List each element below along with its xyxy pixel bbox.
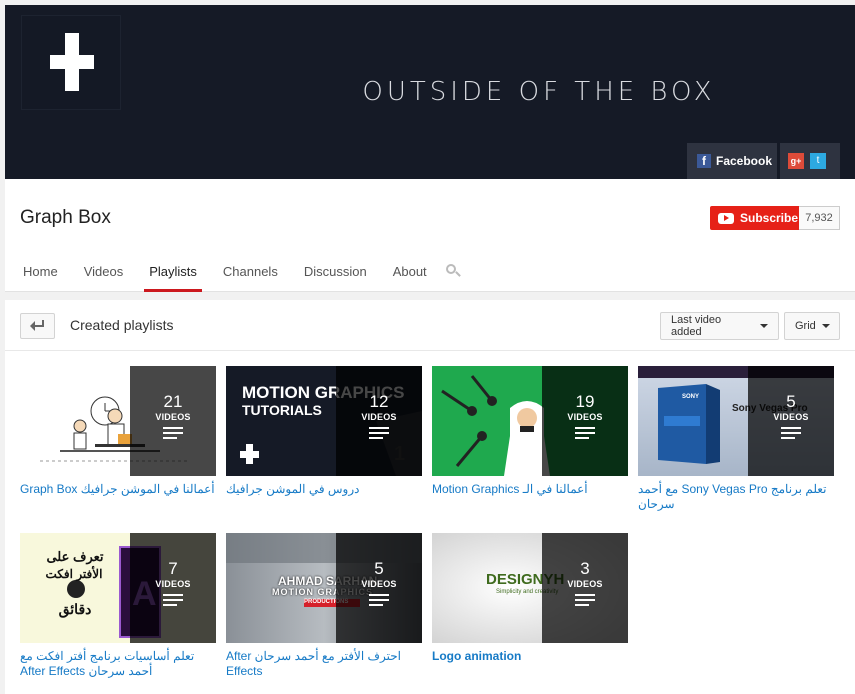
videos-label: VIDEOS — [155, 579, 191, 589]
playlist-icon — [781, 427, 801, 439]
playlist-item[interactable]: A تعرف على الأفتر افكت دقائق 7 VIDEOS تع… — [20, 533, 216, 679]
back-arrow-icon — [30, 320, 44, 331]
facebook-link[interactable]: f Facebook — [687, 143, 777, 179]
thumb-line-1: تعرف على — [46, 549, 104, 564]
channel-tabs: Home Videos Playlists Channels Discussio… — [10, 260, 462, 292]
playlist-icon — [575, 427, 595, 439]
video-count-overlay: 21 VIDEOS — [130, 366, 216, 476]
section-toolbar: Created playlists Last video added Grid — [5, 300, 855, 351]
social-links: g+ t — [780, 143, 840, 179]
videos-label: VIDEOS — [361, 579, 397, 589]
search-icon[interactable] — [445, 260, 462, 284]
playlist-item[interactable]: AHMAD SARHAN MOTION GRAPHICS PRODUCTIONS… — [226, 533, 422, 679]
video-count-overlay: 5 VIDEOS — [336, 533, 422, 643]
playlist-thumbnail[interactable]: AHMAD SARHAN MOTION GRAPHICS PRODUCTIONS… — [226, 533, 422, 643]
playlist-title[interactable]: تعلم برنامج Sony Vegas Pro مع أحمد سرحان — [638, 482, 834, 512]
video-count: 12 — [369, 392, 389, 411]
view-dropdown[interactable]: Grid — [784, 312, 840, 340]
chevron-down-icon — [760, 324, 768, 328]
tab-discussion[interactable]: Discussion — [291, 260, 380, 292]
video-count-overlay: 12 VIDEOS — [336, 366, 422, 476]
playlist-thumbnail[interactable]: 21 VIDEOS — [20, 366, 216, 476]
thumb-line-3: دقائق — [58, 601, 92, 617]
sort-label: Last video added — [671, 314, 722, 338]
video-count-overlay: 7 VIDEOS — [130, 533, 216, 643]
video-count: 19 — [575, 392, 595, 411]
thumb-subheading: TUTORIALS — [242, 402, 322, 418]
video-count: 21 — [163, 392, 183, 411]
playlist-item[interactable]: DESIGNYH Simplicity and creativity 3 VID… — [432, 533, 628, 664]
video-count-overlay: 3 VIDEOS — [542, 533, 628, 643]
videos-label: VIDEOS — [155, 412, 191, 422]
playlist-title[interactable]: دروس في الموشن جرافيك — [226, 482, 422, 497]
thumb-number: 1 — [394, 443, 406, 465]
playlist-item[interactable]: MOTION GRAPHICS TUTORIALS 1 12 VIDEOS در… — [226, 366, 422, 497]
channel-header: Graph Box Subscribe 7,932 Home Videos Pl… — [5, 179, 855, 292]
playlist-icon — [163, 594, 183, 606]
playlist-item[interactable]: 19 VIDEOS أعمالنا في الـ Motion Graphics — [432, 366, 628, 497]
playlist-icon — [369, 427, 389, 439]
youtube-channel-page: OUTSIDE OF THE BOX f Facebook g+ t Graph… — [0, 0, 855, 694]
tab-playlists[interactable]: Playlists — [136, 260, 210, 292]
videos-label: VIDEOS — [361, 412, 397, 422]
youtube-icon — [718, 212, 734, 224]
tab-channels[interactable]: Channels — [210, 260, 291, 292]
tab-videos[interactable]: Videos — [71, 260, 137, 292]
thumb-brand: SONY — [682, 394, 700, 400]
video-count-overlay: 5 VIDEOS — [748, 366, 834, 476]
back-button[interactable] — [20, 313, 55, 339]
tab-about[interactable]: About — [380, 260, 440, 292]
videos-label: VIDEOS — [567, 579, 603, 589]
playlist-title[interactable]: أعمالنا في الـ Motion Graphics — [432, 482, 628, 497]
playlists-section: Created playlists Last video added Grid — [5, 300, 855, 694]
twitter-icon[interactable]: t — [810, 153, 826, 169]
videos-label: VIDEOS — [773, 412, 809, 422]
channel-name[interactable]: Graph Box — [20, 207, 111, 229]
subscriber-count: 7,932 — [799, 206, 840, 230]
channel-banner: OUTSIDE OF THE BOX f Facebook g+ t — [5, 5, 855, 179]
video-count: 5 — [374, 559, 384, 578]
view-label: Grid — [795, 320, 816, 332]
subscribe-label: Subscribe — [740, 211, 799, 225]
playlist-title[interactable]: احترف الأفتر مع أحمد سرحان After Effects — [226, 649, 422, 679]
thumb-line-2: الأفتر افكت — [45, 567, 103, 581]
playlist-title[interactable]: أعمالنا في الموشن جرافيك Graph Box — [20, 482, 216, 497]
playlist-title[interactable]: تعلم أساسيات برنامج أفتر افكت مع أحمد سر… — [20, 649, 216, 679]
facebook-label: Facebook — [716, 154, 773, 168]
playlist-thumbnail[interactable]: SONY Sony Vegas Pro 5 VIDEOS — [638, 366, 834, 476]
section-title: Created playlists — [70, 317, 174, 333]
tab-home[interactable]: Home — [10, 260, 71, 292]
playlist-icon — [163, 427, 183, 439]
sort-dropdown[interactable]: Last video added — [660, 312, 779, 340]
videos-label: VIDEOS — [567, 412, 603, 422]
video-count: 3 — [580, 559, 590, 578]
video-count-overlay: 19 VIDEOS — [542, 366, 628, 476]
playlist-icon — [369, 594, 389, 606]
playlist-thumbnail[interactable]: A تعرف على الأفتر افكت دقائق 7 VIDEOS — [20, 533, 216, 643]
playlist-thumbnail[interactable]: DESIGNYH Simplicity and creativity 3 VID… — [432, 533, 628, 643]
google-plus-icon[interactable]: g+ — [788, 153, 804, 169]
subscribe-button[interactable]: Subscribe — [710, 206, 799, 230]
video-count: 7 — [168, 559, 178, 578]
video-count: 5 — [786, 392, 796, 411]
playlist-item[interactable]: SONY Sony Vegas Pro 5 VIDEOS تعلم برنامج… — [638, 366, 834, 512]
playlist-title[interactable]: Logo animation — [432, 649, 628, 664]
facebook-icon: f — [697, 154, 711, 168]
playlist-item[interactable]: 21 VIDEOS أعمالنا في الموشن جرافيك Graph… — [20, 366, 216, 497]
playlist-thumbnail[interactable]: 19 VIDEOS — [432, 366, 628, 476]
banner-title: OUTSIDE OF THE BOX — [362, 77, 716, 107]
chevron-down-icon — [821, 324, 830, 328]
playlist-icon — [575, 594, 595, 606]
playlist-thumbnail[interactable]: MOTION GRAPHICS TUTORIALS 1 12 VIDEOS — [226, 366, 422, 476]
